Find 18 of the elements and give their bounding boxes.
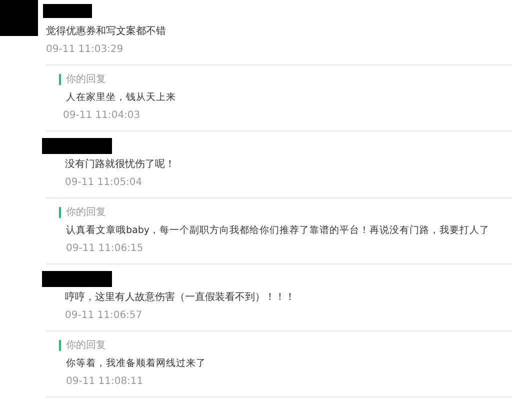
redacted-name	[42, 271, 112, 287]
comment-text: 没有门路就很忧伤了呢！	[64, 158, 176, 172]
reply-label: 你的回复	[59, 207, 512, 218]
redacted-name	[43, 4, 92, 18]
reply-label: 你的回复	[59, 340, 512, 351]
comment-text: 哼哼，这里有人故意伤害（一直假装看不到）！！！	[64, 290, 296, 305]
reply-time: 09-11 11:08:11	[65, 375, 144, 389]
comment-time: 09-11 11:05:04	[64, 176, 144, 190]
reply-time: 09-11 11:06:15	[65, 242, 144, 256]
reply-label: 你的回复	[59, 74, 512, 85]
comment-time: 09-11 11:06:57	[64, 309, 144, 323]
reply-time: 09-11 11:04:03	[62, 109, 142, 123]
comment-time: 09-11 11:03:29	[45, 43, 124, 57]
comment-text: 觉得优惠券和写文案都不错	[45, 24, 167, 39]
redacted-name	[42, 138, 112, 154]
reply-text: 认真看文章哦baby，每一个副职方向我都给你们推荐了靠谱的平台！再说没有门路，我要打人了	[65, 224, 491, 238]
reply-text: 人在家里坐，钱从天上来	[65, 91, 177, 105]
reply-text: 你等着，我准备顺着网线过来了	[65, 357, 207, 371]
